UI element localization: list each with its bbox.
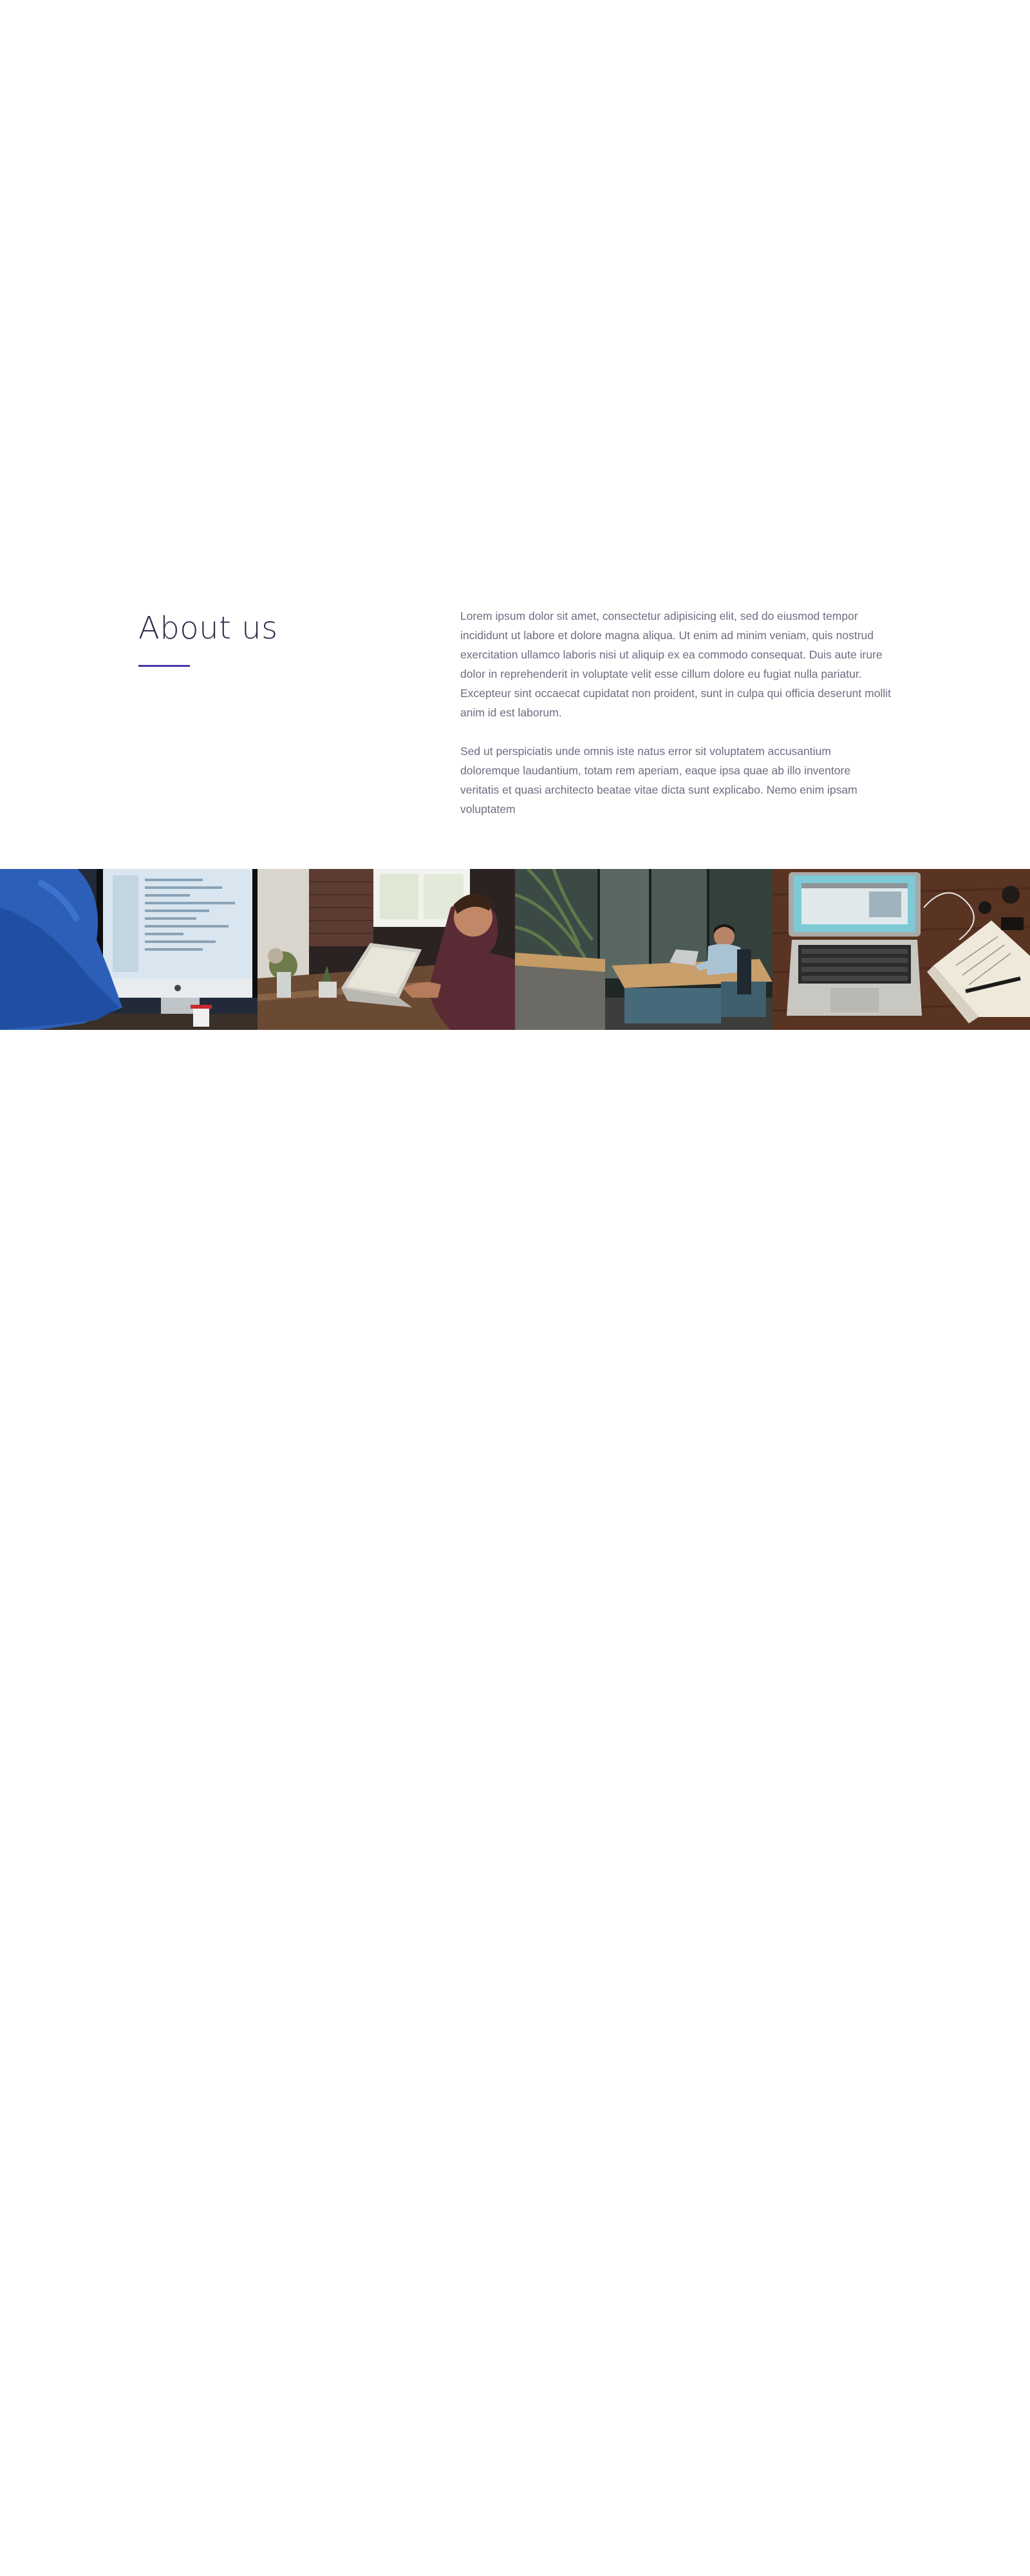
gallery-image-laptop-notebook [772, 869, 1030, 1030]
image-gallery [0, 869, 1030, 1030]
laptop-notebook-photo [772, 869, 1030, 1030]
gallery-image-office-worker [515, 869, 772, 1030]
laptop-typing-photo [258, 869, 515, 1030]
desktop-computer-photo [0, 869, 258, 1030]
gallery-image-laptop-typing [258, 869, 515, 1030]
about-title: About us [138, 610, 278, 646]
about-text: Lorem ipsum dolor sit amet, consectetur … [460, 606, 892, 838]
office-worker-photo [515, 869, 772, 1030]
gallery-image-desktop-computer [0, 869, 258, 1030]
title-underline [138, 665, 190, 667]
about-paragraph-2: Sed ut perspiciatis unde omnis iste natu… [460, 745, 857, 816]
about-paragraph-1: Lorem ipsum dolor sit amet, consectetur … [460, 610, 891, 719]
